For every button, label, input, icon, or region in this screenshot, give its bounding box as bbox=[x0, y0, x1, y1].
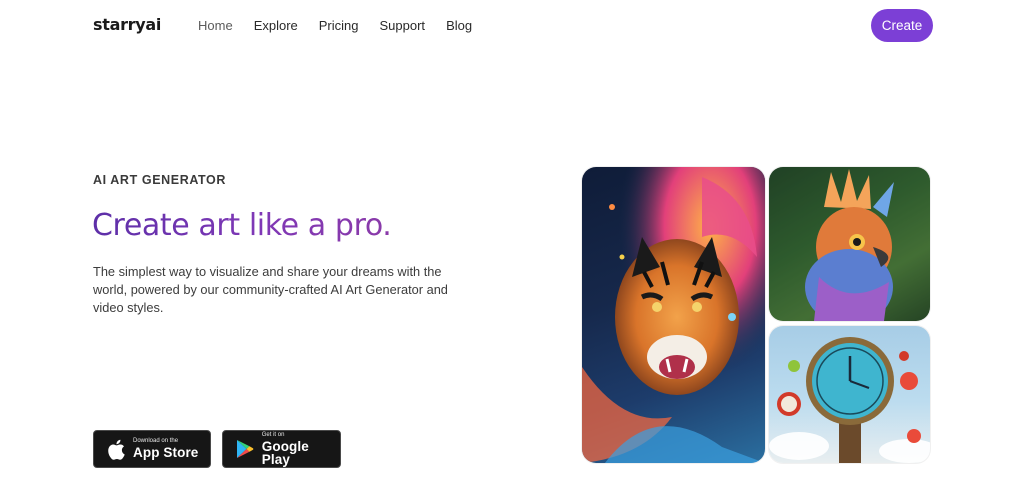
logo[interactable]: starryai bbox=[93, 15, 161, 34]
nav-item-pricing[interactable]: Pricing bbox=[319, 18, 359, 33]
google-play-button[interactable]: Get it on Google Play bbox=[222, 430, 341, 468]
hero-eyebrow: AI ART GENERATOR bbox=[93, 173, 226, 187]
gallery-image-clock bbox=[769, 326, 930, 463]
hero-headline: Create art like a pro. bbox=[92, 208, 392, 243]
app-store-button[interactable]: Download on the App Store bbox=[93, 430, 211, 468]
nav-item-home[interactable]: Home bbox=[198, 18, 233, 33]
nav-item-blog[interactable]: Blog bbox=[446, 18, 472, 33]
create-button[interactable]: Create bbox=[871, 9, 933, 42]
app-store-label: App Store bbox=[133, 445, 199, 461]
google-play-icon bbox=[235, 438, 255, 460]
main-nav: Home Explore Pricing Support Blog bbox=[198, 18, 493, 33]
apple-icon bbox=[106, 438, 126, 460]
nav-item-support[interactable]: Support bbox=[380, 18, 426, 33]
hero-description: The simplest way to visualize and share … bbox=[93, 264, 448, 315]
google-play-label: Google Play bbox=[261, 438, 309, 467]
app-store-small-text: Download on the bbox=[133, 438, 179, 445]
nav-item-explore[interactable]: Explore bbox=[254, 18, 298, 33]
gallery-image-bird bbox=[769, 167, 930, 321]
gallery-image-tiger bbox=[582, 167, 765, 463]
google-play-small-text: Get it on bbox=[261, 431, 285, 438]
